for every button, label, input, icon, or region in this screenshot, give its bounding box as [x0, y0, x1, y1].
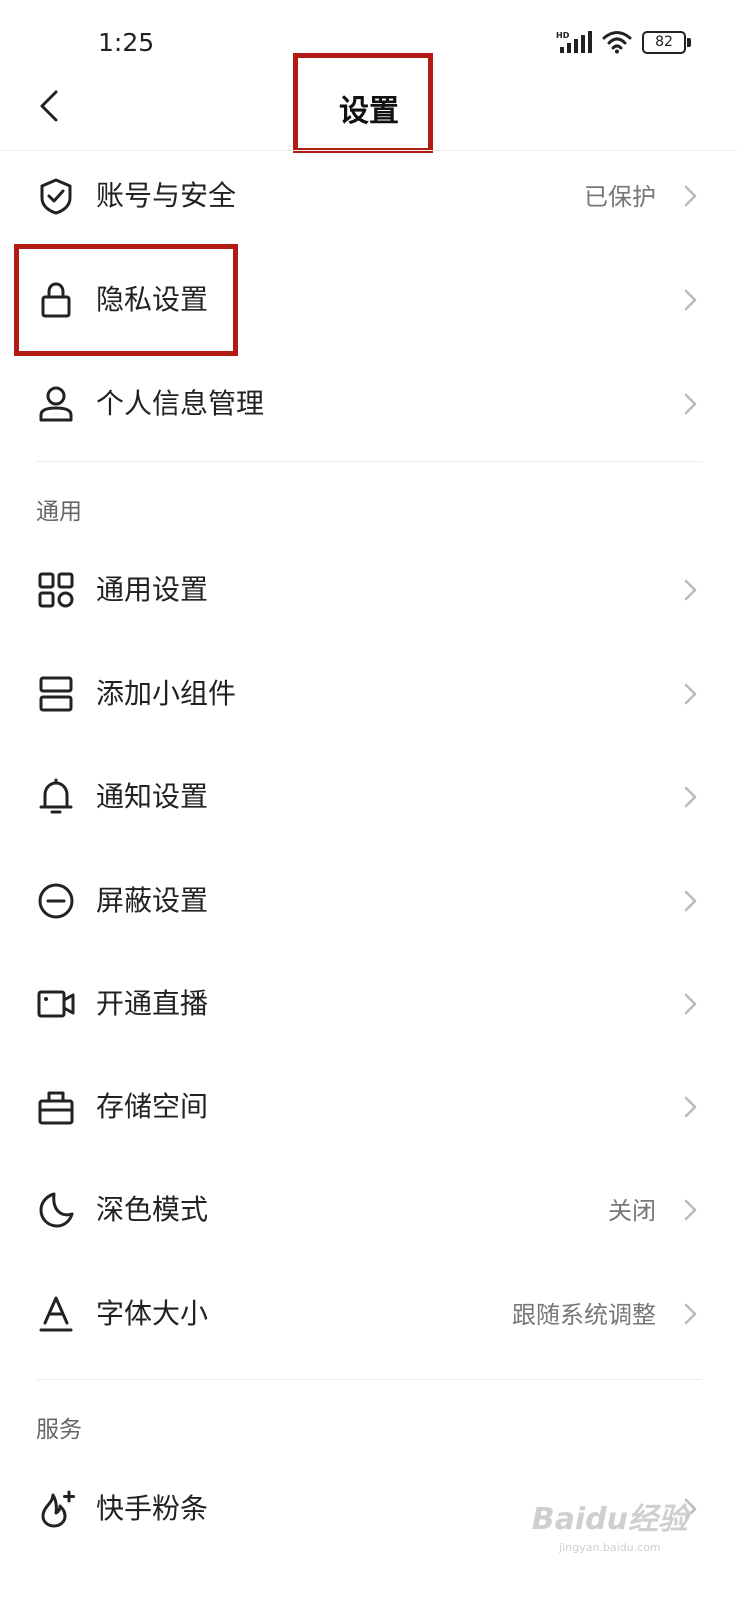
settings-row-storage[interactable]: 存储空间 [0, 1059, 738, 1155]
chevron-right-icon [684, 993, 697, 1015]
settings-row-live-stream[interactable]: 开通直播 [0, 956, 738, 1052]
person-icon [39, 386, 73, 422]
settings-row-account-security[interactable]: 账号与安全 已保护 [0, 148, 738, 244]
section-divider [36, 461, 702, 462]
chevron-right-icon [684, 1199, 697, 1221]
settings-row-block[interactable]: 屏蔽设置 [0, 853, 738, 949]
chevron-right-icon [684, 786, 697, 808]
chevron-right-icon [684, 1096, 697, 1118]
chevron-right-icon [684, 890, 697, 912]
row-label: 快手粉条 [96, 1492, 209, 1525]
settings-row-dark-mode[interactable]: 深色模式 关闭 [0, 1162, 738, 1258]
settings-row-general-settings[interactable]: 通用设置 [0, 542, 738, 638]
watermark-url: jingyan.baidu.com [559, 1541, 661, 1554]
row-label: 深色模式 [96, 1193, 209, 1226]
privacy-highlight-box [14, 244, 238, 356]
cellular-signal-icon: HD [556, 31, 592, 53]
battery-indicator: 82 [642, 30, 691, 54]
watermark-logo: Baidu经验 [531, 1502, 688, 1537]
row-label: 存储空间 [96, 1090, 209, 1123]
status-icons: HD 82 [556, 30, 691, 54]
settings-row-add-widget[interactable]: 添加小组件 [0, 646, 738, 742]
block-icon [38, 883, 74, 919]
chevron-right-icon [684, 1303, 697, 1325]
bell-icon [39, 778, 73, 814]
title-highlight-box [293, 53, 433, 153]
chevron-right-icon [684, 683, 697, 705]
row-value: 跟随系统调整 [512, 1301, 656, 1329]
chevron-right-icon [684, 393, 697, 415]
row-label: 字体大小 [96, 1297, 209, 1330]
row-label: 添加小组件 [96, 677, 237, 710]
row-label: 屏蔽设置 [96, 884, 209, 917]
storage-icon [38, 1091, 74, 1125]
section-divider [36, 1379, 702, 1380]
section-title-general: 通用 [36, 499, 82, 525]
row-label: 个人信息管理 [96, 387, 265, 420]
widget-icon [39, 676, 73, 712]
chevron-right-icon [684, 185, 697, 207]
row-value: 已保护 [584, 183, 656, 211]
baidu-watermark: Baidu经验 jingyan.baidu.com [532, 1494, 688, 1554]
settings-row-notifications[interactable]: 通知设置 [0, 749, 738, 845]
settings-row-personal-info[interactable]: 个人信息管理 [0, 356, 738, 452]
row-label: 通用设置 [96, 573, 209, 606]
wifi-icon [602, 31, 632, 54]
chevron-right-icon [684, 289, 697, 311]
flame-plus-icon [41, 1490, 75, 1528]
row-label: 账号与安全 [96, 179, 237, 212]
video-camera-icon [37, 990, 75, 1018]
moon-icon [39, 1192, 74, 1228]
row-label: 通知设置 [96, 780, 209, 813]
row-label: 开通直播 [96, 987, 209, 1020]
hd-badge: HD [556, 31, 570, 40]
chevron-right-icon [684, 579, 697, 601]
settings-row-font-size[interactable]: 字体大小 跟随系统调整 [0, 1266, 738, 1362]
grid-icon [38, 572, 74, 608]
section-title-services: 服务 [36, 1417, 82, 1443]
shield-check-icon [40, 178, 72, 215]
row-value: 关闭 [608, 1197, 656, 1225]
status-time: 1:25 [98, 28, 155, 57]
font-size-icon [39, 1296, 73, 1332]
